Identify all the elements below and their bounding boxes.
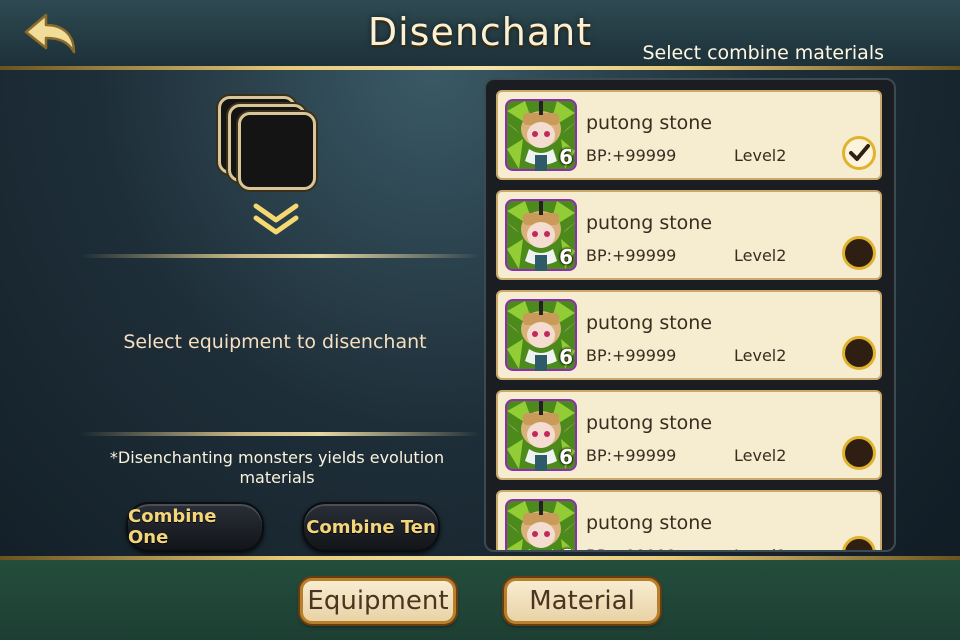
tab-material[interactable]: Material — [504, 578, 660, 624]
material-name: putong stone — [586, 112, 713, 134]
star-count-badge: 6 — [559, 245, 573, 269]
material-bp: BP:+99999 — [586, 246, 677, 265]
header-divider — [0, 66, 960, 70]
combine-ten-button[interactable]: Combine Ten — [302, 502, 440, 552]
left-divider-top — [80, 254, 480, 258]
left-divider-bottom — [80, 432, 480, 436]
material-level: Level2 — [734, 446, 787, 465]
materials-list-panel[interactable]: 6 putong stone BP:+99999 Level2 6 putong sto… — [484, 78, 896, 552]
combine-materials-label: Select combine materials — [642, 42, 884, 64]
material-thumbnail: 6 — [505, 99, 577, 171]
select-checkbox[interactable] — [842, 536, 876, 550]
material-list-item[interactable]: 6 putong stone BP:+99999 Level2 — [496, 390, 882, 480]
select-checkbox[interactable] — [842, 436, 876, 470]
material-name: putong stone — [586, 312, 713, 334]
material-thumbnail: 6 — [505, 399, 577, 471]
select-checkbox[interactable] — [842, 236, 876, 270]
material-level: Level2 — [734, 146, 787, 165]
material-thumbnail: 6 — [505, 299, 577, 371]
material-name: putong stone — [586, 412, 713, 434]
star-count-badge: 6 — [559, 545, 573, 550]
disenchant-note: *Disenchanting monsters yields evolution… — [109, 448, 445, 487]
material-bp: BP:+99999 — [586, 346, 677, 365]
material-name: putong stone — [586, 212, 713, 234]
chevron-down-icon — [253, 203, 299, 235]
material-bp: BP:+99999 — [586, 446, 677, 465]
material-level: Level2 — [734, 246, 787, 265]
star-count-badge: 6 — [559, 445, 573, 469]
material-bp: BP:+99999 — [586, 546, 676, 550]
material-name: putong stone — [586, 512, 713, 534]
material-list-item[interactable]: 6 putong stone BP:+99999 Level2 — [496, 490, 882, 550]
star-count-badge: 6 — [559, 345, 573, 369]
equipment-slot[interactable] — [218, 96, 318, 190]
material-level: Level2 — [734, 346, 787, 365]
bottom-bar — [0, 560, 960, 640]
tab-equipment[interactable]: Equipment — [300, 578, 456, 624]
star-count-badge: 6 — [559, 145, 573, 169]
material-level: Level2 — [734, 546, 786, 550]
material-list-item[interactable]: 6 putong stone BP:+99999 Level2 — [496, 290, 882, 380]
material-list-item[interactable]: 6 putong stone BP:+99999 Level2 — [496, 190, 882, 280]
material-thumbnail: 6 — [505, 499, 577, 550]
select-checkbox[interactable] — [842, 336, 876, 370]
slot-card-front — [238, 112, 316, 190]
select-checkbox[interactable] — [842, 136, 876, 170]
material-bp: BP:+99999 — [586, 146, 677, 165]
material-thumbnail: 6 — [505, 199, 577, 271]
checkmark-icon — [849, 144, 870, 161]
material-list-item[interactable]: 6 putong stone BP:+99999 Level2 — [496, 90, 882, 180]
disenchant-hint: Select equipment to disenchant — [123, 331, 427, 353]
combine-one-button[interactable]: Combine One — [126, 502, 264, 552]
